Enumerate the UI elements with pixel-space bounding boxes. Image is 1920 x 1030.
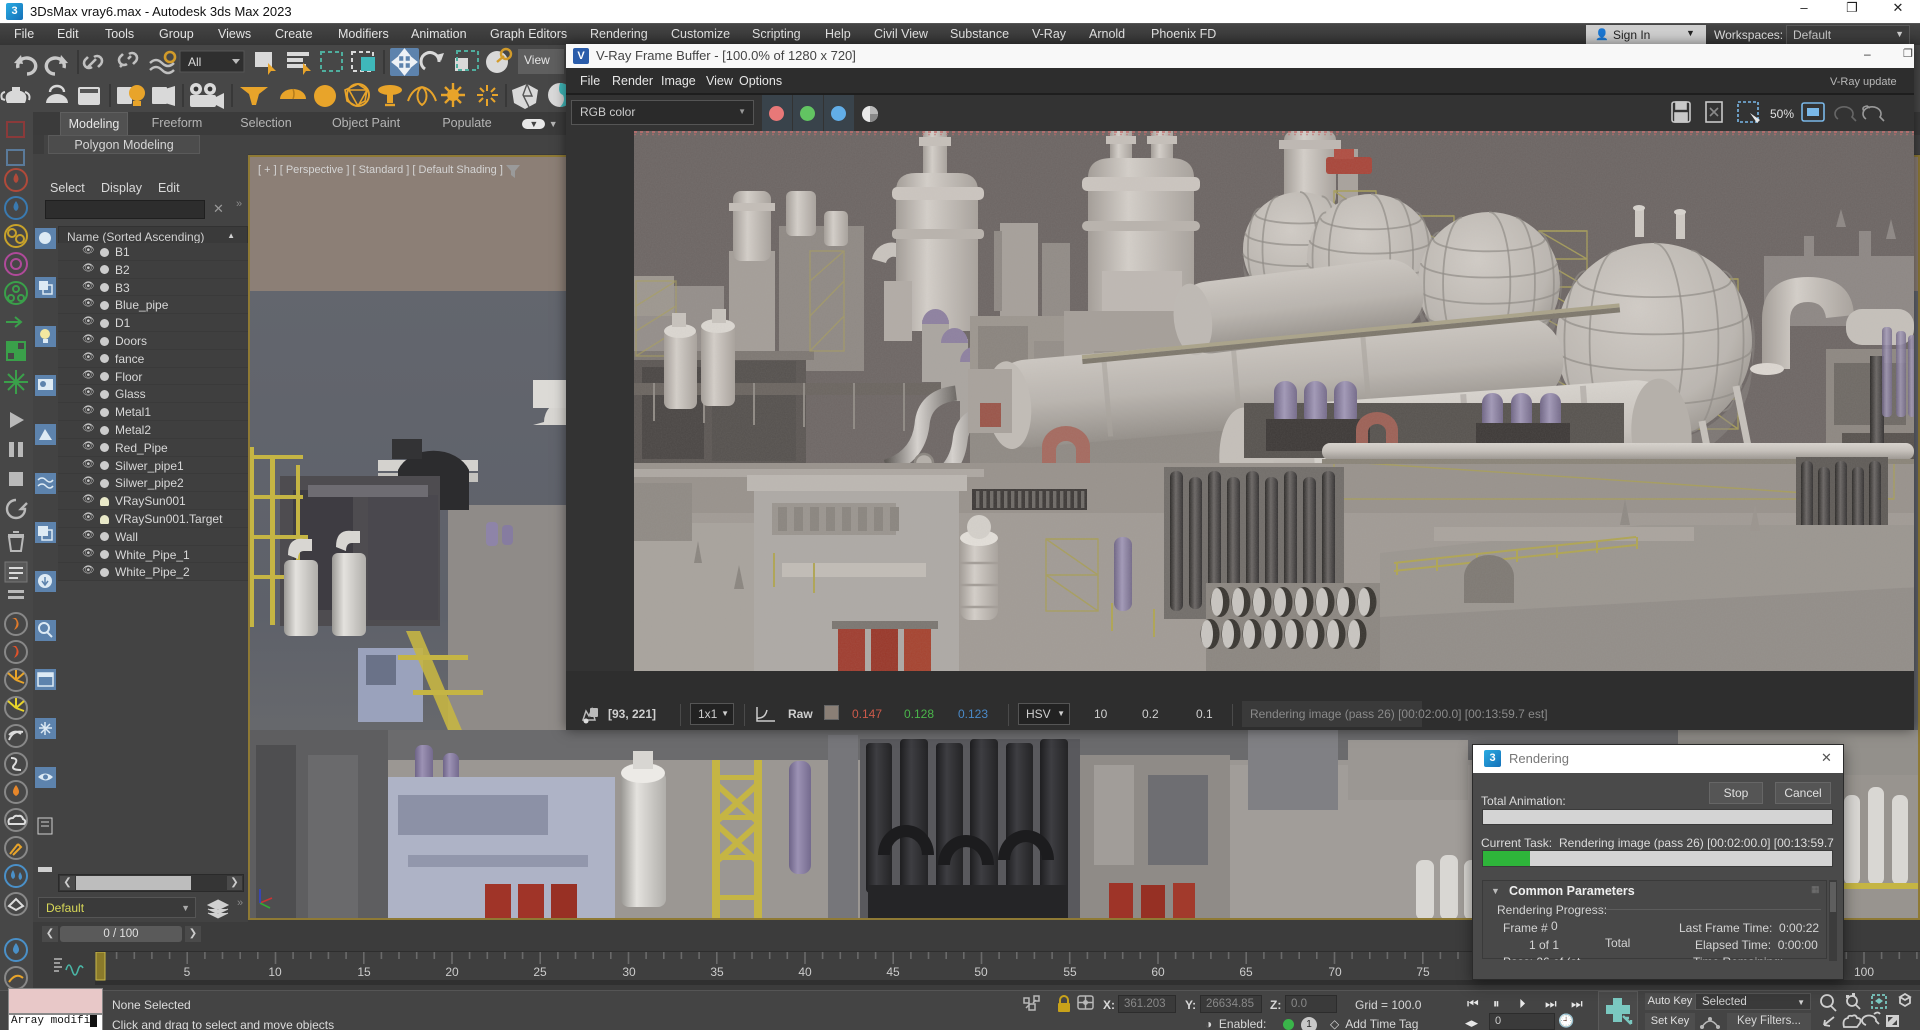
svg-text:25: 25 xyxy=(533,965,547,979)
svg-text:35: 35 xyxy=(710,965,724,979)
svg-text:50%: 50% xyxy=(1770,107,1794,121)
svg-text:5: 5 xyxy=(184,965,191,979)
svg-text:65: 65 xyxy=(1239,965,1253,979)
svg-text:70: 70 xyxy=(1328,965,1342,979)
svg-text:60: 60 xyxy=(1151,965,1165,979)
svg-text:75: 75 xyxy=(1416,965,1430,979)
svg-text:15: 15 xyxy=(357,965,371,979)
svg-text:10: 10 xyxy=(268,965,282,979)
svg-text:40: 40 xyxy=(798,965,812,979)
svg-text:20: 20 xyxy=(445,965,459,979)
svg-text:50: 50 xyxy=(974,965,988,979)
svg-text:All: All xyxy=(188,55,201,69)
svg-text:55: 55 xyxy=(1063,965,1077,979)
svg-text:100: 100 xyxy=(1854,965,1874,979)
svg-text:45: 45 xyxy=(886,965,900,979)
svg-text:30: 30 xyxy=(622,965,636,979)
